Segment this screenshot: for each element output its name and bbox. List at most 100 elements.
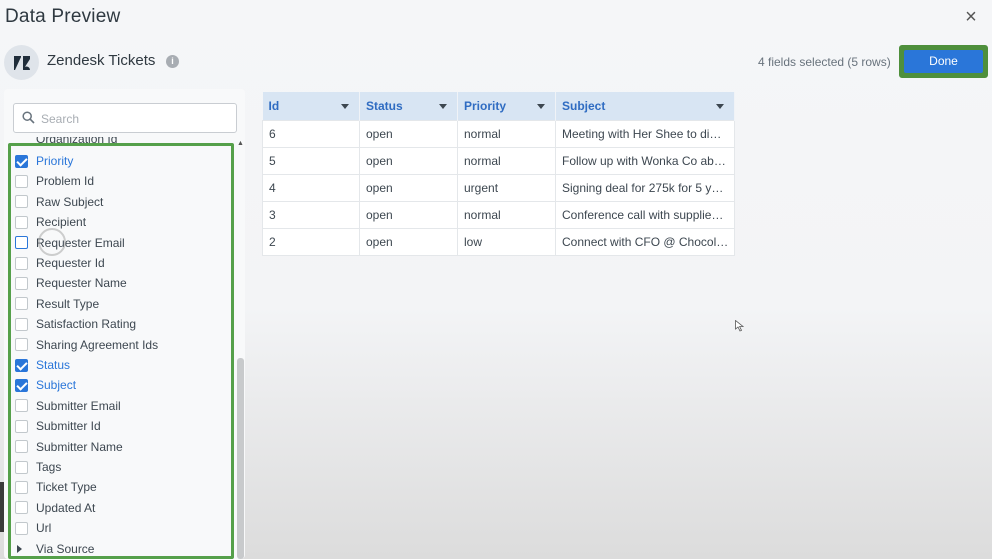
field-item[interactable]: Satisfaction Rating (11, 314, 231, 334)
table-row: 5 open normal Follow up with Wonka Co ab… (262, 146, 736, 175)
table-cell: open (359, 146, 458, 175)
table-row: 3 open normal Conference call with supplie… (262, 200, 736, 229)
column-header-label: Priority (464, 98, 507, 113)
search-icon (22, 111, 35, 129)
info-icon[interactable]: i (166, 55, 179, 68)
table-cell: open (359, 119, 458, 148)
table-cell: Follow up with Wonka Co ab… (554, 146, 736, 175)
field-label: Requester Name (36, 276, 127, 291)
table-cell: 6 (262, 119, 360, 148)
field-checkbox[interactable] (15, 378, 28, 392)
field-item[interactable]: Requester Id (11, 253, 231, 273)
field-checkbox[interactable] (15, 256, 28, 270)
table-row: 2 open low Connect with CFO @ Chocol… (262, 227, 736, 256)
column-header[interactable]: Id (262, 92, 360, 120)
column-header[interactable]: Subject (555, 92, 736, 120)
field-item[interactable]: Result Type (11, 294, 231, 314)
field-item[interactable]: Subject (11, 375, 231, 395)
field-checkbox[interactable] (15, 338, 28, 352)
table-cell: normal (457, 200, 556, 229)
table-body: 6 open normal Meeting with Her Shee to di… 5… (262, 119, 736, 256)
search-input[interactable] (41, 110, 226, 127)
sort-dropdown-icon[interactable] (341, 104, 349, 109)
field-label: Via Source (36, 541, 95, 556)
field-checkbox[interactable] (15, 480, 28, 494)
sort-dropdown-icon[interactable] (439, 104, 447, 109)
table-cell: open (359, 173, 458, 202)
table-row: 4 open urgent Signing deal for 275k for 5 y… (262, 173, 736, 202)
column-header-label: Subject (562, 98, 606, 113)
table-cell: normal (457, 119, 556, 148)
scroll-up-arrow-icon[interactable]: ▲ (237, 140, 244, 147)
done-button-label: Done (904, 50, 983, 73)
table-cell: 4 (262, 173, 360, 202)
table-cell: 3 (262, 200, 360, 229)
field-item[interactable]: Submitter Name (11, 437, 231, 457)
close-button[interactable]: × (960, 6, 982, 28)
window-edge (0, 482, 4, 532)
field-checkbox[interactable] (15, 297, 28, 311)
field-checkbox[interactable] (15, 174, 28, 188)
field-checkbox[interactable] (15, 501, 28, 515)
field-item[interactable]: Via Source (11, 539, 231, 556)
field-checkbox[interactable] (15, 154, 28, 168)
field-item[interactable]: Url (11, 518, 231, 538)
field-item[interactable]: Raw Subject (11, 192, 231, 212)
done-button[interactable]: Done (899, 45, 988, 78)
table-cell: Connect with CFO @ Chocol… (554, 227, 736, 256)
sort-dropdown-icon[interactable] (537, 104, 545, 109)
field-checkbox[interactable] (15, 236, 28, 250)
field-item[interactable]: Updated At (11, 498, 231, 518)
source-name: Zendesk Tickets (47, 52, 156, 69)
field-checkbox[interactable] (15, 521, 28, 535)
field-checkbox[interactable] (15, 215, 28, 229)
sort-dropdown-icon[interactable] (716, 104, 725, 109)
field-checkbox[interactable] (15, 358, 28, 372)
table-cell: Conference call with supplie… (554, 200, 736, 229)
field-checkbox[interactable] (15, 195, 28, 209)
field-item[interactable]: Status (11, 355, 231, 375)
field-item[interactable]: Tags (11, 457, 231, 477)
expand-caret-icon[interactable] (17, 544, 22, 553)
field-label: Priority (36, 154, 74, 168)
table-row: 6 open normal Meeting with Her Shee to di… (262, 119, 736, 148)
zendesk-logo-icon (4, 45, 39, 80)
fields-selected-count: 4 fields selected (5 rows) (758, 55, 891, 69)
field-label: Url (36, 521, 52, 536)
table-cell: urgent (457, 173, 556, 202)
preview-table: Id Status Priority Subject 6 open normal Meeti… (262, 92, 736, 256)
table-cell: open (359, 227, 458, 256)
field-label: Status (36, 358, 71, 372)
table-cell: open (359, 200, 458, 229)
scrollbar-thumb[interactable] (237, 358, 244, 559)
field-item[interactable]: Sharing Agreement Ids (11, 335, 231, 355)
field-checkbox[interactable] (15, 317, 28, 331)
field-item[interactable]: Ticket Type (11, 477, 231, 497)
table-cell: Meeting with Her Shee to di… (554, 119, 736, 148)
field-checkbox[interactable] (15, 440, 28, 454)
field-checkbox[interactable] (15, 276, 28, 290)
field-label: Result Type (36, 296, 100, 311)
field-label: Updated At (36, 500, 96, 515)
field-item[interactable]: Priority (11, 151, 231, 171)
field-item[interactable]: Submitter Email (11, 396, 231, 416)
field-list: Priority Problem Id Raw Subject Recipient Re… (8, 143, 234, 559)
field-item[interactable]: Submitter Id (11, 416, 231, 436)
field-label: Submitter Name (36, 439, 123, 454)
table-cell: normal (457, 146, 556, 175)
field-item[interactable]: Requester Name (11, 273, 231, 293)
field-checkbox[interactable] (15, 399, 28, 413)
field-item[interactable]: Problem Id (11, 171, 231, 191)
field-label: Submitter Id (36, 419, 101, 434)
field-label: Submitter Email (36, 398, 121, 413)
field-checkbox[interactable] (15, 419, 28, 433)
column-header[interactable]: Priority (457, 92, 556, 120)
mouse-pointer-icon (735, 319, 745, 337)
dialog-title: Data Preview (5, 6, 121, 27)
column-header[interactable]: Status (359, 92, 458, 120)
field-label: Subject (36, 378, 77, 393)
field-checkbox[interactable] (15, 460, 28, 474)
table-cell: 5 (262, 146, 360, 175)
search-field[interactable] (13, 103, 237, 133)
field-label: Requester Id (36, 256, 105, 270)
